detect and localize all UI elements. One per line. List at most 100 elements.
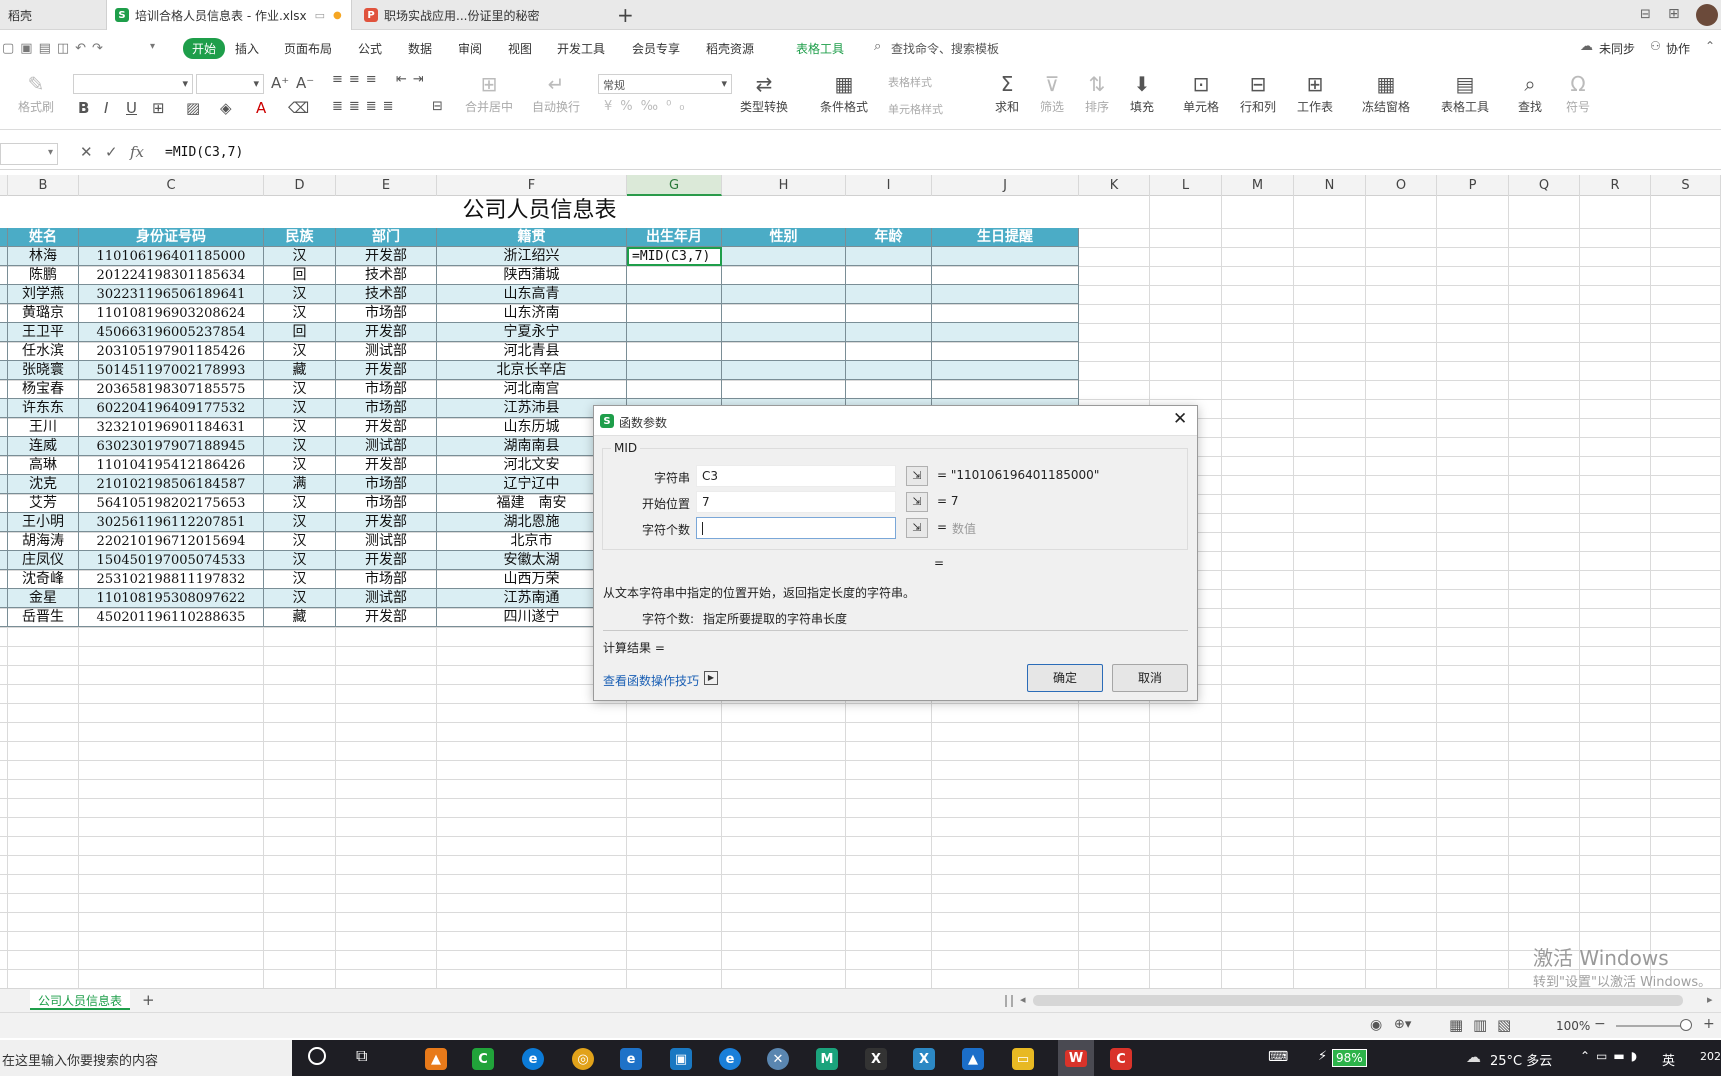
wrap-text-button[interactable]: ↵ 自动换行 [532, 72, 580, 115]
ie-icon[interactable]: e [620, 1048, 642, 1070]
menu-review[interactable]: 审阅 [458, 40, 482, 57]
cell-a[interactable] [0, 399, 8, 418]
zoom-in-icon[interactable]: + [1703, 1016, 1715, 1032]
font-shrink-icon[interactable]: A⁻ [296, 74, 314, 92]
cell-birthdate[interactable] [627, 266, 722, 285]
eye-protection-icon[interactable]: ◉ [1370, 1017, 1382, 1033]
store-icon[interactable]: ▣ [670, 1048, 692, 1070]
cell-department[interactable]: 市场部 [336, 475, 437, 494]
cell-a[interactable] [0, 551, 8, 570]
sheet-title[interactable]: 公司人员信息表 [0, 196, 1079, 228]
ok-button[interactable]: 确定 [1027, 664, 1103, 692]
cell-reminder[interactable] [932, 266, 1079, 285]
cell-ethnicity[interactable]: 汉 [264, 513, 336, 532]
input-method-icon[interactable]: ⊕▾ [1394, 1017, 1411, 1032]
table-tool-button[interactable]: ▤ 表格工具 [1441, 72, 1489, 115]
cell-reminder[interactable] [932, 342, 1079, 361]
cell-a[interactable] [0, 570, 8, 589]
cell-ethnicity[interactable]: 藏 [264, 361, 336, 380]
column-header[interactable]: P [1437, 175, 1509, 196]
scroll-right-icon[interactable]: ▸ [1707, 993, 1713, 1006]
cell-ethnicity[interactable]: 回 [264, 323, 336, 342]
edge-legacy-icon[interactable]: e [719, 1048, 741, 1070]
cell-name[interactable]: 庄凤仪 [8, 551, 79, 570]
cell-hometown[interactable]: 山东济南 [437, 304, 627, 323]
cell-department[interactable]: 市场部 [336, 399, 437, 418]
sync-status[interactable]: 未同步 [1599, 40, 1635, 57]
matlab-icon[interactable]: ▲ [425, 1048, 447, 1070]
column-header[interactable]: S [1651, 175, 1721, 196]
photos-icon[interactable]: ▲ [962, 1048, 984, 1070]
menu-table-tools[interactable]: 表格工具 [796, 40, 844, 57]
cell-department[interactable]: 技术部 [336, 266, 437, 285]
cell-birthdate[interactable] [627, 380, 722, 399]
cell-ethnicity[interactable]: 汉 [264, 551, 336, 570]
cell-birthdate[interactable] [627, 304, 722, 323]
eraser-icon[interactable]: ⌫ [288, 99, 309, 117]
type-convert-button[interactable]: ⇄ 类型转换 [740, 72, 788, 115]
cell-id[interactable]: 450663196005237854 [79, 323, 264, 342]
help-link[interactable]: 查看函数操作技巧 [603, 672, 699, 689]
arg2-ref-picker-icon[interactable]: ⇲ [906, 492, 928, 512]
menu-member[interactable]: 会员专享 [632, 40, 680, 57]
column-header[interactable]: K [1079, 175, 1150, 196]
camtasia-icon[interactable]: C [472, 1048, 494, 1070]
cell-ethnicity[interactable]: 汉 [264, 418, 336, 437]
command-search[interactable]: 查找命令、搜索模板 [891, 40, 999, 57]
split-handle-icon[interactable] [1005, 995, 1013, 1007]
bold-icon[interactable]: B [78, 99, 89, 117]
cell-id[interactable]: 201224198301185634 [79, 266, 264, 285]
column-header[interactable]: F [437, 175, 627, 196]
column-header[interactable]: H [722, 175, 846, 196]
cell-department[interactable]: 开发部 [336, 323, 437, 342]
clock[interactable]: 202 [1700, 1050, 1721, 1063]
cell-birthdate[interactable] [627, 361, 722, 380]
align-top-icons[interactable]: ≡≡≡ [332, 72, 383, 87]
tab-spreadsheet[interactable]: S 培训合格人员信息表 - 作业.xlsx ▭ ● [106, 0, 352, 30]
cell-age[interactable] [846, 266, 932, 285]
cell-name[interactable]: 许东东 [8, 399, 79, 418]
zoom-level[interactable]: 100% [1556, 1019, 1590, 1033]
column-header[interactable]: L [1150, 175, 1222, 196]
cell-id[interactable]: 323210196901184631 [79, 418, 264, 437]
cell-id[interactable]: 302561196112207851 [79, 513, 264, 532]
cell-department[interactable]: 开发部 [336, 418, 437, 437]
cell-name[interactable]: 林海 [8, 247, 79, 266]
cell-ethnicity[interactable]: 汉 [264, 589, 336, 608]
quick-access-more-icon[interactable]: ▾ [150, 41, 155, 52]
cell-reminder[interactable] [932, 361, 1079, 380]
header-birthday-reminder[interactable]: 生日提醒 [932, 228, 1079, 247]
sum-button[interactable]: Σ 求和 [995, 72, 1019, 115]
cortana-icon[interactable] [308, 1047, 326, 1065]
cell-name[interactable]: 王卫平 [8, 323, 79, 342]
cell-department[interactable]: 测试部 [336, 437, 437, 456]
cell-gender[interactable] [722, 342, 846, 361]
cell-a[interactable] [0, 532, 8, 551]
cell-id[interactable]: 150450197005074533 [79, 551, 264, 570]
new-tab-button[interactable]: + [617, 3, 634, 27]
cell-id[interactable]: 564105198202175653 [79, 494, 264, 513]
column-header[interactable]: Q [1509, 175, 1580, 196]
cell-age[interactable] [846, 323, 932, 342]
cell-department[interactable]: 市场部 [336, 570, 437, 589]
column-header[interactable]: C [79, 175, 264, 196]
find-button[interactable]: ⌕ 查找 [1518, 72, 1542, 115]
cell-button[interactable]: ⊡ 单元格 [1183, 72, 1219, 115]
cell-hometown[interactable]: 北京长辛店 [437, 361, 627, 380]
worksheet-button[interactable]: ⊞ 工作表 [1297, 72, 1333, 115]
cell-name[interactable]: 王川 [8, 418, 79, 437]
cell-name[interactable]: 任水滨 [8, 342, 79, 361]
cell-name[interactable]: 胡海涛 [8, 532, 79, 551]
header-department[interactable]: 部门 [336, 228, 437, 247]
fill-button[interactable]: ⬇ 填充 [1130, 72, 1154, 115]
cell-name[interactable]: 艾芳 [8, 494, 79, 513]
font-color-icon[interactable]: A [256, 99, 266, 117]
cell-a[interactable] [0, 494, 8, 513]
menu-start[interactable]: 开始 [183, 38, 226, 59]
cell-name[interactable]: 黄璐京 [8, 304, 79, 323]
column-header[interactable]: R [1580, 175, 1651, 196]
cell-id[interactable]: 501451197002178993 [79, 361, 264, 380]
cell-gender[interactable] [722, 380, 846, 399]
cell-name[interactable]: 杨宝春 [8, 380, 79, 399]
cell-reminder[interactable] [932, 304, 1079, 323]
